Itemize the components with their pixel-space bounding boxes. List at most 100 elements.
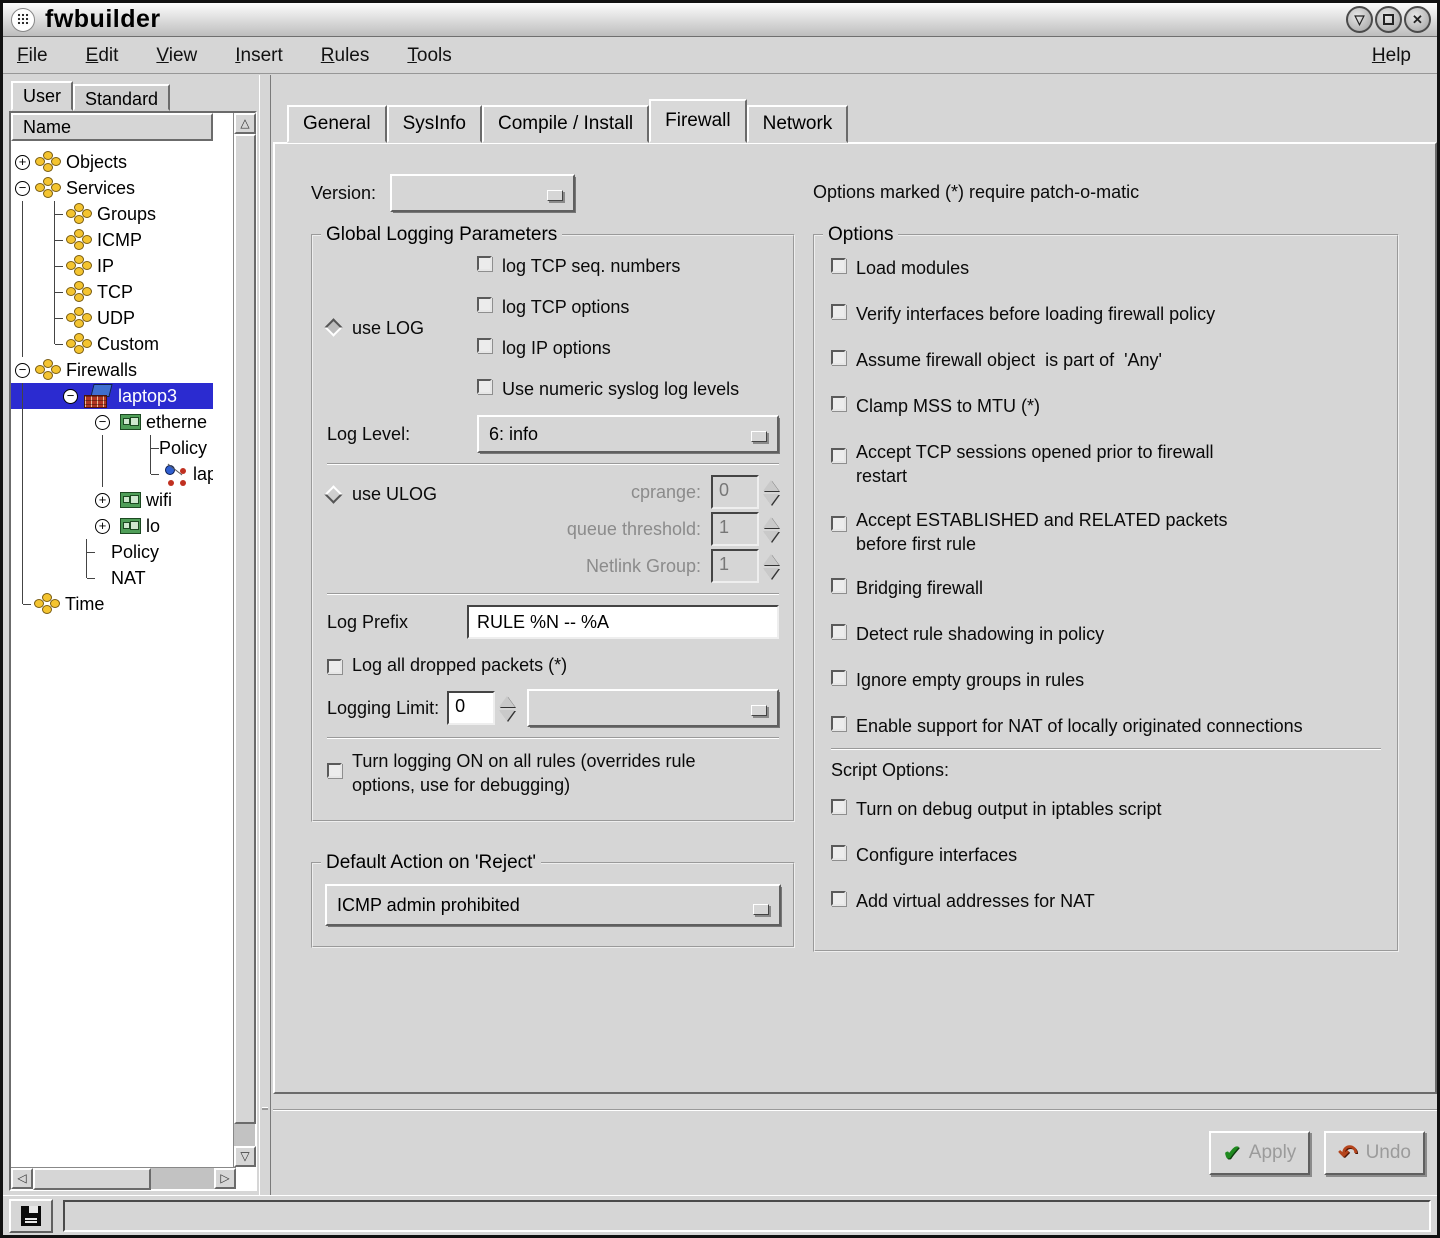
- checkbox-icon[interactable]: [831, 670, 846, 685]
- tree-item-time[interactable]: Time: [11, 591, 213, 617]
- expander-minus-icon[interactable]: [95, 415, 110, 430]
- option-clamp-mss[interactable]: Clamp MSS to MTU (*): [831, 394, 1381, 418]
- queue-threshold-spinbox[interactable]: 1: [711, 512, 759, 546]
- tree-item-ethernet-address[interactable]: lapt: [11, 461, 213, 487]
- option-assume-firewall-any[interactable]: Assume firewall object is part of 'Any': [831, 348, 1381, 372]
- option-accept-established[interactable]: Accept ESTABLISHED and RELATED packets b…: [831, 508, 1381, 556]
- tree-item-lo[interactable]: lo: [11, 513, 213, 539]
- tree-horizontal-scrollbar[interactable]: ◁ ▷: [11, 1167, 236, 1189]
- save-button[interactable]: [9, 1199, 53, 1233]
- close-icon[interactable]: ✕: [1404, 6, 1431, 33]
- option-configure-interfaces[interactable]: Configure interfaces: [831, 843, 1381, 867]
- logging-limit-unit-combobox[interactable]: [527, 689, 779, 727]
- expander-minus-icon[interactable]: [15, 363, 30, 378]
- default-action-combobox[interactable]: ICMP admin prohibited: [325, 884, 781, 926]
- spin-down-icon[interactable]: [763, 568, 779, 579]
- tree-item-laptop3[interactable]: laptop3: [11, 383, 213, 409]
- tree-item-services[interactable]: Services: [11, 175, 213, 201]
- checkbox-icon[interactable]: [477, 297, 492, 312]
- checkbox-icon[interactable]: [831, 845, 846, 860]
- spin-up-icon[interactable]: [763, 480, 779, 491]
- tree-item-ethernet-policy[interactable]: Policy: [11, 435, 213, 461]
- tab-sysinfo[interactable]: SysInfo: [387, 105, 482, 143]
- tab-general[interactable]: General: [287, 105, 387, 143]
- tree-item-wifi[interactable]: wifi: [11, 487, 213, 513]
- tree-item-objects[interactable]: Objects: [11, 149, 213, 175]
- checkbox-icon[interactable]: [477, 256, 492, 271]
- option-accept-tcp-prior[interactable]: Accept TCP sessions opened prior to fire…: [831, 440, 1381, 488]
- expander-minus-icon[interactable]: [15, 181, 30, 196]
- radio-off-icon[interactable]: [324, 485, 342, 503]
- scroll-right-icon[interactable]: ▷: [214, 1168, 236, 1189]
- spin-up-icon[interactable]: [499, 696, 515, 707]
- checkbox-icon[interactable]: [831, 624, 846, 639]
- checkbox-icon[interactable]: [831, 891, 846, 906]
- option-ignore-empty-groups[interactable]: Ignore empty groups in rules: [831, 668, 1381, 692]
- log-level-combobox[interactable]: 6: info: [477, 415, 779, 453]
- spin-down-icon[interactable]: [763, 494, 779, 505]
- use-ulog-radio[interactable]: use ULOG: [327, 475, 477, 513]
- scroll-up-icon[interactable]: △: [234, 113, 256, 134]
- spin-down-icon[interactable]: [763, 531, 779, 542]
- option-detect-shadowing[interactable]: Detect rule shadowing in policy: [831, 622, 1381, 646]
- tree-item-groups[interactable]: Groups: [11, 201, 213, 227]
- tree-item-tcp[interactable]: TCP: [11, 279, 213, 305]
- tree-item-custom[interactable]: Custom: [11, 331, 213, 357]
- horizontal-scroll-thumb[interactable]: [33, 1168, 151, 1190]
- minimize-icon[interactable]: ▽: [1346, 6, 1373, 33]
- radio-on-icon[interactable]: [324, 318, 342, 336]
- log-tcp-options-checkbox[interactable]: log TCP options: [477, 295, 739, 319]
- vertical-scroll-thumb[interactable]: [234, 134, 256, 1124]
- tree-column-header[interactable]: Name: [11, 113, 213, 141]
- tree-vertical-scrollbar[interactable]: △ ▽: [233, 113, 255, 1167]
- netlink-group-spinbox[interactable]: 1: [711, 549, 759, 583]
- horizontal-scroll-track[interactable]: [151, 1168, 214, 1189]
- tree-item-policy[interactable]: Policy: [11, 539, 213, 565]
- version-combobox[interactable]: [390, 174, 575, 212]
- checkbox-icon[interactable]: [477, 379, 492, 394]
- expander-plus-icon[interactable]: [15, 155, 30, 170]
- use-log-radio[interactable]: use LOG: [327, 254, 477, 401]
- spin-arrows[interactable]: [763, 480, 779, 505]
- maximize-icon[interactable]: [1375, 6, 1402, 33]
- expander-plus-icon[interactable]: [95, 493, 110, 508]
- undo-button[interactable]: ↶ Undo: [1324, 1131, 1425, 1175]
- tab-network[interactable]: Network: [747, 105, 849, 143]
- log-prefix-input[interactable]: [467, 605, 779, 639]
- checkbox-icon[interactable]: [831, 304, 846, 319]
- tree-item-ip[interactable]: IP: [11, 253, 213, 279]
- menu-file[interactable]: File: [17, 45, 48, 67]
- option-bridging-firewall[interactable]: Bridging firewall: [831, 576, 1381, 600]
- option-load-modules[interactable]: Load modules: [831, 256, 1381, 280]
- option-verify-interfaces[interactable]: Verify interfaces before loading firewal…: [831, 302, 1381, 326]
- numeric-syslog-checkbox[interactable]: Use numeric syslog log levels: [477, 377, 739, 401]
- scroll-left-icon[interactable]: ◁: [11, 1168, 33, 1189]
- menu-rules[interactable]: Rules: [321, 45, 370, 67]
- tree-item-icmp[interactable]: ICMP: [11, 227, 213, 253]
- log-all-dropped-checkbox[interactable]: Log all dropped packets (*): [327, 653, 779, 677]
- option-virtual-addresses[interactable]: Add virtual addresses for NAT: [831, 889, 1381, 913]
- spin-arrows[interactable]: [763, 517, 779, 542]
- checkbox-icon[interactable]: [831, 350, 846, 365]
- log-ip-options-checkbox[interactable]: log IP options: [477, 336, 739, 360]
- checkbox-icon[interactable]: [831, 396, 846, 411]
- panel-splitter[interactable]: [259, 75, 271, 1197]
- checkbox-icon[interactable]: [831, 258, 846, 273]
- checkbox-icon[interactable]: [831, 716, 846, 731]
- menu-edit[interactable]: Edit: [86, 45, 119, 67]
- checkbox-icon[interactable]: [327, 659, 342, 674]
- log-tcp-seq-checkbox[interactable]: log TCP seq. numbers: [477, 254, 739, 278]
- tab-firewall[interactable]: Firewall: [649, 99, 746, 143]
- expander-minus-icon[interactable]: [63, 389, 78, 404]
- tab-standard[interactable]: Standard: [73, 84, 170, 111]
- checkbox-icon[interactable]: [327, 763, 342, 778]
- expander-plus-icon[interactable]: [95, 519, 110, 534]
- checkbox-icon[interactable]: [831, 578, 846, 593]
- logging-limit-spinbox[interactable]: 0: [447, 691, 495, 725]
- checkbox-icon[interactable]: [831, 799, 846, 814]
- tree-item-udp[interactable]: UDP: [11, 305, 213, 331]
- spin-arrows[interactable]: [763, 554, 779, 579]
- checkbox-icon[interactable]: [831, 516, 846, 531]
- tab-user[interactable]: User: [11, 81, 73, 111]
- tree-item-firewalls[interactable]: Firewalls: [11, 357, 213, 383]
